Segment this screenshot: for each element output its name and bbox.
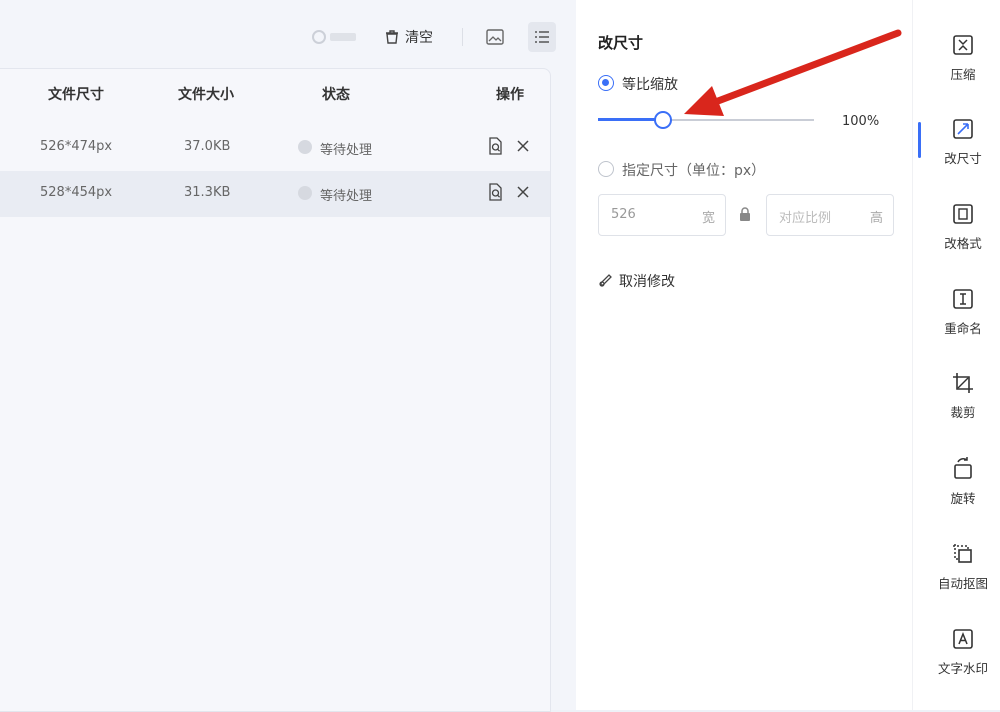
column-header-actions: 操作 [496, 87, 524, 103]
status-icon [298, 186, 312, 200]
row-size: 37.0KB [184, 139, 231, 154]
list-view-button[interactable] [528, 22, 556, 52]
proportional-radio[interactable] [598, 75, 614, 91]
clear-label: 清空 [405, 30, 433, 46]
tool-label: 旋转 [950, 491, 976, 506]
resize-icon [925, 118, 1000, 140]
scale-slider-thumb[interactable] [654, 111, 672, 129]
scale-value: 100% [842, 114, 880, 129]
cancel-changes-label: 取消修改 [619, 274, 675, 290]
status-icon [298, 140, 312, 154]
trash-icon [384, 29, 400, 45]
file-list-pane: 清空 文件尺寸 文件大小 状态 操作 526*474px 37.0KB 等待处理 [0, 0, 576, 712]
height-unit: 高 [869, 211, 883, 226]
text-watermark-icon [925, 628, 1000, 650]
history-button[interactable] [310, 26, 358, 48]
tool-rename[interactable]: 重命名 [925, 288, 1000, 358]
table-row[interactable]: 528*454px 31.3KB 等待处理 [0, 171, 550, 217]
preview-icon[interactable] [486, 183, 506, 203]
remove-icon[interactable] [514, 183, 534, 203]
preview-icon[interactable] [486, 137, 506, 157]
tool-label: 裁剪 [950, 405, 976, 420]
cancel-changes-button[interactable]: 取消修改 [598, 271, 675, 291]
active-tool-indicator [918, 122, 921, 158]
tool-label: 重命名 [944, 321, 982, 336]
tool-label: 压缩 [950, 67, 976, 82]
compress-icon [925, 34, 1000, 56]
custom-size-label[interactable]: 指定尺寸（单位：px） [622, 160, 765, 180]
tool-crop[interactable]: 裁剪 [925, 372, 1000, 442]
column-header-dimensions: 文件尺寸 [48, 87, 104, 103]
list-view-icon [534, 30, 550, 44]
remove-icon[interactable] [514, 137, 534, 157]
tool-label: 改格式 [944, 236, 982, 251]
tool-text-watermark[interactable]: 文字水印 [925, 628, 1000, 698]
height-placeholder: 对应比例 [779, 211, 832, 226]
list-toolbar: 清空 [0, 0, 576, 68]
proportional-label[interactable]: 等比缩放 [622, 74, 678, 94]
lock-icon[interactable] [739, 207, 751, 226]
rename-icon [925, 288, 1000, 310]
table-header: 文件尺寸 文件大小 状态 操作 [0, 69, 550, 117]
width-unit: 宽 [701, 211, 715, 226]
tool-label: 改尺寸 [944, 151, 982, 166]
tool-auto-cutout[interactable]: 自动抠图 [925, 543, 1000, 613]
cutout-icon [925, 543, 1000, 565]
tool-sidebar: 压缩 改尺寸 改格式 重命名 裁剪 旋转 自动抠图 文字水印 [912, 0, 1000, 710]
tool-compress[interactable]: 压缩 [925, 34, 1000, 104]
file-table: 文件尺寸 文件大小 状态 操作 526*474px 37.0KB 等待处理 52… [0, 68, 551, 712]
image-view-icon [486, 29, 504, 45]
table-row[interactable]: 526*474px 37.0KB 等待处理 [0, 125, 550, 171]
tool-format[interactable]: 改格式 [925, 203, 1000, 273]
image-view-button[interactable] [486, 26, 504, 48]
format-icon [925, 203, 1000, 225]
column-header-size: 文件大小 [178, 87, 234, 103]
width-value: 526 [611, 207, 636, 222]
toolbar-divider [462, 28, 463, 46]
crop-icon [925, 372, 1000, 394]
row-status: 等待处理 [320, 143, 373, 158]
tool-label: 文字水印 [937, 661, 988, 676]
tool-label: 自动抠图 [937, 576, 988, 591]
scale-slider[interactable] [598, 111, 814, 129]
clear-button[interactable]: 清空 [384, 26, 433, 48]
custom-size-radio[interactable] [598, 161, 614, 177]
undo-icon [598, 271, 619, 291]
rotate-icon [925, 456, 1000, 480]
row-status: 等待处理 [320, 189, 373, 204]
row-dimensions: 526*474px [40, 139, 113, 154]
resize-settings-panel: 改尺寸 等比缩放 100% 指定尺寸（单位：px） 526 宽 对应比例 高 取… [576, 0, 912, 710]
history-icon [310, 27, 358, 47]
row-size: 31.3KB [184, 185, 231, 200]
tool-rotate[interactable]: 旋转 [925, 456, 1000, 526]
column-header-status: 状态 [322, 87, 350, 103]
tool-resize[interactable]: 改尺寸 [925, 118, 1000, 188]
panel-title: 改尺寸 [598, 34, 644, 52]
width-input[interactable]: 526 宽 [598, 194, 726, 236]
height-input[interactable]: 对应比例 高 [766, 194, 894, 236]
row-dimensions: 528*454px [40, 185, 113, 200]
